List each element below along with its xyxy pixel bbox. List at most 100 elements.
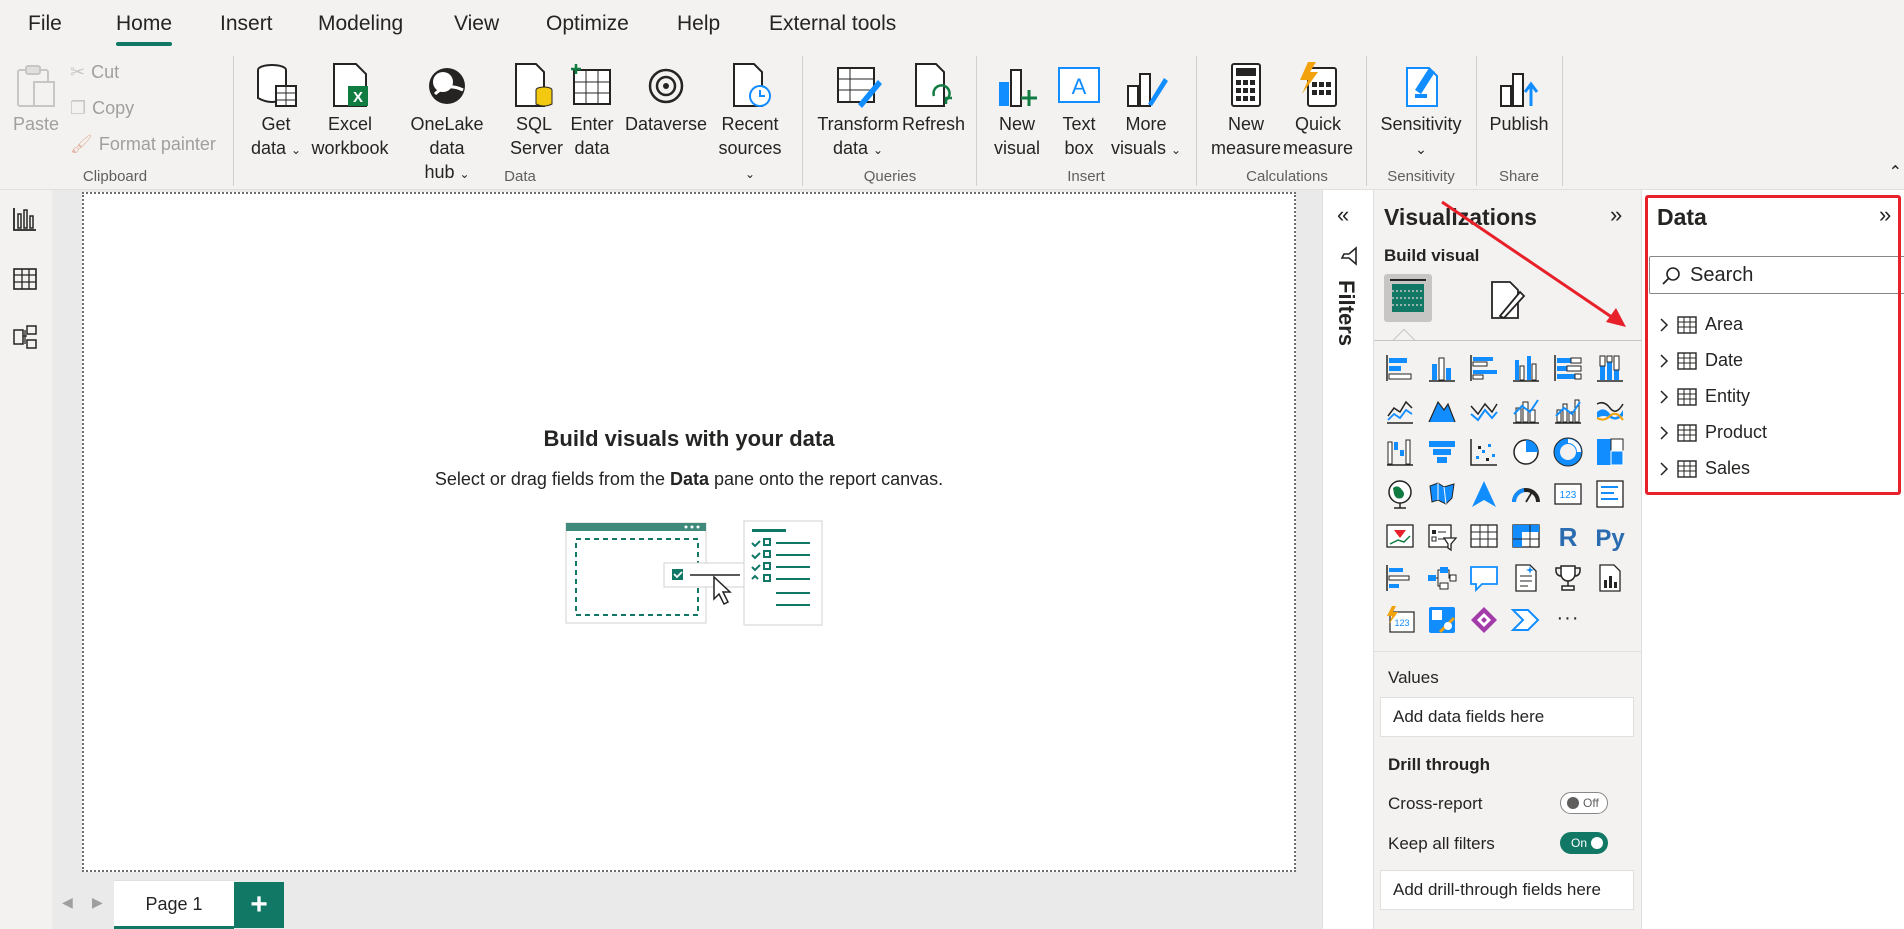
chevron-right-icon[interactable]: ▶ bbox=[92, 894, 103, 911]
new-measure-button[interactable]: New measure bbox=[1208, 60, 1284, 160]
card-icon[interactable]: 123 bbox=[1552, 478, 1584, 510]
add-page-button[interactable]: + bbox=[234, 882, 284, 928]
chevron-double-right-icon[interactable]: » bbox=[1610, 202, 1622, 228]
svg-text:123: 123 bbox=[1560, 490, 1577, 501]
svg-text:A: A bbox=[1072, 74, 1087, 99]
chevron-double-left-icon[interactable]: « bbox=[1337, 202, 1349, 228]
metrics-trophy-icon[interactable] bbox=[1552, 562, 1584, 594]
sensitivity-button[interactable]: Sensitivity ⌄ bbox=[1376, 60, 1466, 161]
text-box-button[interactable]: A Text box bbox=[1054, 60, 1104, 160]
chevron-right-icon[interactable] bbox=[1657, 388, 1671, 406]
stacked-area-chart-icon[interactable] bbox=[1468, 394, 1500, 426]
tab-external-tools[interactable]: External tools bbox=[769, 12, 896, 36]
funnel-chart-icon[interactable] bbox=[1426, 436, 1458, 468]
quick-measure-button[interactable]: Quick measure bbox=[1278, 60, 1358, 160]
search-input[interactable] bbox=[1690, 261, 1900, 289]
tab-home[interactable]: Home bbox=[116, 12, 173, 46]
map-icon[interactable] bbox=[1384, 478, 1416, 510]
slicer-icon[interactable] bbox=[1426, 520, 1458, 552]
waterfall-chart-icon[interactable] bbox=[1384, 436, 1416, 468]
area-chart-icon[interactable] bbox=[1426, 394, 1458, 426]
chevron-right-icon[interactable] bbox=[1657, 316, 1671, 334]
power-apps-diamond-icon[interactable] bbox=[1468, 604, 1500, 636]
sql-server-button[interactable]: SQL Server bbox=[510, 60, 563, 160]
table-visual-icon[interactable] bbox=[1468, 520, 1500, 552]
power-apps-visual-icon[interactable] bbox=[1426, 604, 1458, 636]
new-visual-label-2: visual bbox=[993, 138, 1041, 158]
filters-pane-collapsed[interactable]: « Filters bbox=[1322, 190, 1374, 929]
line-and-clustered-column-chart-icon[interactable] bbox=[1552, 394, 1584, 426]
cross-report-toggle[interactable]: Off bbox=[1560, 792, 1608, 814]
chevron-left-icon[interactable]: ◀ bbox=[62, 894, 73, 911]
smart-narrative-icon[interactable] bbox=[1510, 562, 1542, 594]
clustered-column-chart-icon[interactable] bbox=[1510, 352, 1542, 384]
multi-row-card-icon[interactable] bbox=[1594, 478, 1626, 510]
r-script-visual-icon[interactable]: R bbox=[1552, 520, 1584, 552]
line-chart-icon[interactable] bbox=[1384, 394, 1416, 426]
more-visuals-ellipsis[interactable]: ··· bbox=[1552, 604, 1584, 636]
copy-button[interactable]: ❐ Copy bbox=[70, 98, 134, 119]
chevron-right-icon[interactable] bbox=[1657, 460, 1671, 478]
key-influencers-icon[interactable] bbox=[1384, 562, 1416, 594]
get-data-button[interactable]: Get data ⌄ bbox=[250, 60, 302, 162]
tab-view[interactable]: View bbox=[454, 12, 499, 36]
gauge-icon[interactable] bbox=[1510, 478, 1542, 510]
format-visual-icon[interactable] bbox=[1484, 278, 1528, 322]
dataverse-button[interactable]: Dataverse bbox=[624, 60, 708, 136]
scatter-chart-icon[interactable] bbox=[1468, 436, 1500, 468]
qa-visual-icon[interactable] bbox=[1468, 562, 1500, 594]
cut-button[interactable]: ✂ Cut bbox=[70, 62, 119, 83]
kpi-icon[interactable] bbox=[1384, 520, 1416, 552]
chevron-up-icon[interactable]: ⌃ bbox=[1889, 162, 1902, 182]
power-automate-icon[interactable] bbox=[1510, 604, 1542, 636]
100-stacked-column-chart-icon[interactable] bbox=[1594, 352, 1626, 384]
tab-insert[interactable]: Insert bbox=[220, 12, 273, 36]
report-view-icon[interactable] bbox=[12, 206, 38, 232]
chevron-right-icon[interactable] bbox=[1657, 424, 1671, 442]
matrix-icon[interactable] bbox=[1510, 520, 1542, 552]
enter-data-button[interactable]: Enter data bbox=[568, 60, 616, 160]
new-visual-button[interactable]: New visual bbox=[992, 60, 1042, 160]
menu-bar: File Home Insert Modeling View Optimize … bbox=[0, 0, 1904, 50]
data-search-box[interactable] bbox=[1649, 256, 1904, 294]
report-canvas[interactable]: Build visuals with your data Select or d… bbox=[82, 192, 1296, 872]
python-visual-icon[interactable]: Py bbox=[1594, 520, 1626, 552]
clustered-bar-chart-icon[interactable] bbox=[1468, 352, 1500, 384]
table-view-icon[interactable] bbox=[12, 266, 38, 292]
filled-map-icon[interactable] bbox=[1426, 478, 1458, 510]
more-visuals-button[interactable]: More visuals ⌄ bbox=[1108, 60, 1184, 162]
values-drop-zone[interactable]: Add data fields here bbox=[1380, 697, 1634, 737]
publish-button[interactable]: Publish bbox=[1486, 60, 1552, 136]
stacked-bar-chart-icon[interactable] bbox=[1384, 352, 1416, 384]
build-visual-tab[interactable] bbox=[1384, 274, 1432, 322]
ribbon-chart-icon[interactable] bbox=[1594, 394, 1626, 426]
azure-map-icon[interactable] bbox=[1468, 478, 1500, 510]
keep-all-filters-toggle[interactable]: On bbox=[1560, 832, 1608, 854]
format-painter-button[interactable]: 🖌 Format painter bbox=[70, 134, 216, 155]
line-and-stacked-column-chart-icon[interactable] bbox=[1510, 394, 1542, 426]
decomposition-tree-icon[interactable] bbox=[1426, 562, 1458, 594]
100-stacked-bar-chart-icon[interactable] bbox=[1552, 352, 1584, 384]
treemap-icon[interactable] bbox=[1594, 436, 1626, 468]
chevron-right-icon[interactable] bbox=[1657, 352, 1671, 370]
transform-data-button[interactable]: Transform data ⌄ bbox=[816, 60, 900, 162]
tab-optimize[interactable]: Optimize bbox=[546, 12, 629, 36]
chevron-double-right-icon[interactable]: » bbox=[1879, 202, 1891, 228]
quick-card-icon[interactable]: 123 bbox=[1384, 604, 1416, 636]
tab-modeling[interactable]: Modeling bbox=[318, 12, 403, 36]
tab-help[interactable]: Help bbox=[677, 12, 720, 36]
page-tab-page-1[interactable]: Page 1 bbox=[114, 880, 234, 929]
refresh-button[interactable]: Refresh bbox=[902, 60, 965, 136]
donut-chart-icon[interactable] bbox=[1552, 436, 1584, 468]
stacked-column-chart-icon[interactable] bbox=[1426, 352, 1458, 384]
model-view-icon[interactable] bbox=[12, 324, 38, 350]
recent-sources-button[interactable]: Recent sources ⌄ bbox=[712, 60, 788, 186]
excel-workbook-button[interactable]: X Excel workbook bbox=[308, 60, 392, 160]
paginated-report-icon[interactable] bbox=[1594, 562, 1626, 594]
tab-file[interactable]: File bbox=[28, 12, 62, 36]
new-measure-label-1: New bbox=[1227, 114, 1264, 134]
group-label-queries: Queries bbox=[863, 168, 917, 185]
pie-chart-icon[interactable] bbox=[1510, 436, 1542, 468]
paste-button[interactable]: Paste bbox=[12, 60, 60, 136]
drill-through-drop-zone[interactable]: Add drill-through fields here bbox=[1380, 870, 1634, 910]
